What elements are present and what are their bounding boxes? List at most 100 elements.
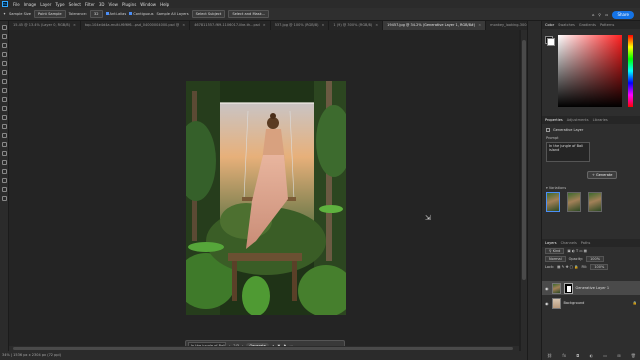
menu-plugins[interactable]: Plugins [122, 2, 136, 7]
search-icon[interactable]: ⚲ [598, 13, 601, 17]
variation-thumbnail[interactable] [567, 192, 581, 212]
tolerance-input[interactable]: 32 [89, 10, 103, 18]
doc-tab-active[interactable]: 19457.jpg @ 34.2% (Generative Layer 1, R… [383, 21, 487, 30]
prompt-textarea[interactable]: In the jungle of Bali island [546, 142, 590, 162]
pen-tool-icon[interactable] [1, 151, 7, 156]
menu-filter[interactable]: Filter [85, 2, 95, 7]
tab-gradients[interactable]: Gradients [579, 23, 596, 27]
lasso-tool-icon[interactable] [1, 43, 7, 48]
variation-thumbnail[interactable] [588, 192, 602, 212]
menu-view[interactable]: View [108, 2, 118, 7]
document-image[interactable] [186, 81, 346, 315]
doc-tab[interactable]: top-104e4d4a-multi-f6f6f6...psd_04000004… [81, 21, 191, 30]
tolerance-label: Tolerance: [68, 12, 87, 16]
close-icon: × [375, 23, 379, 27]
path-selection-icon[interactable] [1, 169, 7, 174]
fill-label: Fill: [581, 265, 588, 269]
layers-footer: ⛓ fx ◘ ◐ ▭ ⊞ 🗑 [542, 353, 640, 358]
healing-tool-icon[interactable] [1, 79, 7, 84]
magic-wand-tool-icon[interactable] [1, 52, 7, 57]
gradient-tool-icon[interactable] [1, 124, 7, 129]
anti-alias-checkbox[interactable]: Anti-alias [105, 12, 126, 16]
doc-tab[interactable]: monkey_looking-300x161.jpg @ 100% (RGB/8… [486, 21, 529, 30]
stamp-tool-icon[interactable] [1, 97, 7, 102]
menu-layer[interactable]: Layer [40, 2, 51, 7]
type-tool-icon[interactable] [1, 160, 7, 165]
menu-image[interactable]: Image [24, 2, 37, 7]
select-subject-button[interactable]: Select Subject [191, 10, 226, 18]
eye-icon[interactable]: ◉ [545, 286, 549, 291]
select-and-mask-button[interactable]: Select and Mask... [228, 10, 270, 18]
filter-icons[interactable]: ▣ ◐ T ▭ ▦ [567, 249, 587, 253]
adjustment-icon[interactable]: ◐ [590, 353, 594, 358]
eyedropper-tool-icon[interactable] [1, 70, 7, 75]
layer-thumbnail [551, 297, 561, 309]
hand-tool-icon[interactable] [1, 187, 7, 192]
tab-libraries[interactable]: Libraries [593, 118, 608, 122]
magic-wand-icon[interactable]: ✦ [3, 12, 6, 16]
tab-adjustments[interactable]: Adjustments [567, 118, 589, 122]
layer-mask-thumbnail[interactable] [563, 282, 573, 294]
menu-3d[interactable]: 3D [99, 2, 105, 7]
eye-icon[interactable]: ◉ [545, 301, 549, 306]
blur-tool-icon[interactable] [1, 133, 7, 138]
tab-properties[interactable]: Properties [545, 118, 563, 122]
mask-icon[interactable]: ◘ [576, 353, 579, 358]
new-layer-icon[interactable]: ⊞ [617, 353, 620, 358]
folder-icon[interactable]: ▭ [603, 353, 607, 358]
tab-paths[interactable]: Paths [581, 241, 591, 245]
menu-select[interactable]: Select [69, 2, 81, 7]
hue-slider[interactable] [628, 35, 633, 107]
layer-row-background[interactable]: ◉ Background 🔒 [542, 296, 640, 310]
properties-panel: Properties Adjustments Libraries Generat… [542, 116, 640, 238]
shape-tool-icon[interactable] [1, 178, 7, 183]
dodge-tool-icon[interactable] [1, 142, 7, 147]
history-brush-icon[interactable] [1, 106, 7, 111]
home-icon[interactable]: ⌂ [592, 13, 594, 17]
workspace-icon[interactable]: ▭ [605, 13, 608, 17]
tab-channels[interactable]: Channels [561, 241, 577, 245]
properties-generate-button[interactable]: ✧ Generate [587, 171, 618, 179]
opacity-label: Opacity: [568, 257, 584, 261]
prompt-label: Prompt [546, 136, 559, 140]
tab-color[interactable]: Color [545, 23, 554, 27]
marquee-tool-icon[interactable] [1, 34, 7, 39]
layer-kind-filter[interactable]: ⚲ Kind [545, 248, 565, 254]
scroll-thumb[interactable] [13, 347, 513, 350]
contiguous-checkbox[interactable]: Contiguous [129, 12, 154, 16]
blend-mode-select[interactable]: Normal [545, 256, 566, 262]
menu-help[interactable]: Help [160, 2, 169, 7]
color-picker-field[interactable] [558, 35, 622, 107]
sample-all-layers-checkbox[interactable]: Sample All Layers [157, 12, 189, 16]
layer-name: Generative Layer 1 [575, 286, 610, 290]
doc-tab[interactable]: 15.45 @ 13.4% (Layer 0, RGB/8) × [9, 21, 81, 30]
move-tool-icon[interactable] [1, 25, 7, 30]
lock-icons[interactable]: ▦ ✎ ✥ ▢ 🔒 [557, 265, 578, 269]
opacity-input[interactable]: 100% [586, 256, 605, 262]
menu-window[interactable]: Window [140, 2, 156, 7]
crop-tool-icon[interactable] [1, 61, 7, 66]
doc-tab[interactable]: 467811557-f69-1106017-like-th...psd × [190, 21, 271, 30]
tab-swatches[interactable]: Swatches [558, 23, 575, 27]
eraser-tool-icon[interactable] [1, 115, 7, 120]
scroll-thumb[interactable] [522, 40, 526, 280]
brush-tool-icon[interactable] [1, 88, 7, 93]
trash-icon[interactable]: 🗑 [631, 353, 636, 358]
fx-icon[interactable]: fx [562, 353, 566, 358]
photoshop-logo-icon[interactable]: Ps [2, 1, 8, 7]
share-button[interactable]: Share [612, 10, 634, 19]
tab-patterns[interactable]: Patterns [600, 23, 614, 27]
menu-type[interactable]: Type [55, 2, 64, 7]
variations-label[interactable]: ▾ Variations [546, 186, 566, 190]
zoom-tool-icon[interactable] [1, 196, 7, 201]
layer-row-generative[interactable]: ◉ Generative Layer 1 [542, 281, 640, 295]
sample-size-select[interactable]: Point Sample [34, 10, 66, 18]
tab-layers[interactable]: Layers [545, 241, 557, 245]
menu-file[interactable]: File [13, 2, 20, 7]
foreground-color-swatch[interactable] [547, 38, 555, 46]
doc-tab[interactable]: 1 (9) @ 300% (RGB/8) × [329, 21, 384, 30]
link-icon[interactable]: ⛓ [547, 353, 552, 358]
variation-thumbnail[interactable] [546, 192, 560, 212]
fill-input[interactable]: 100% [590, 264, 609, 270]
doc-tab[interactable]: 537.jpg @ 100% (RGB/8) × [271, 21, 330, 30]
